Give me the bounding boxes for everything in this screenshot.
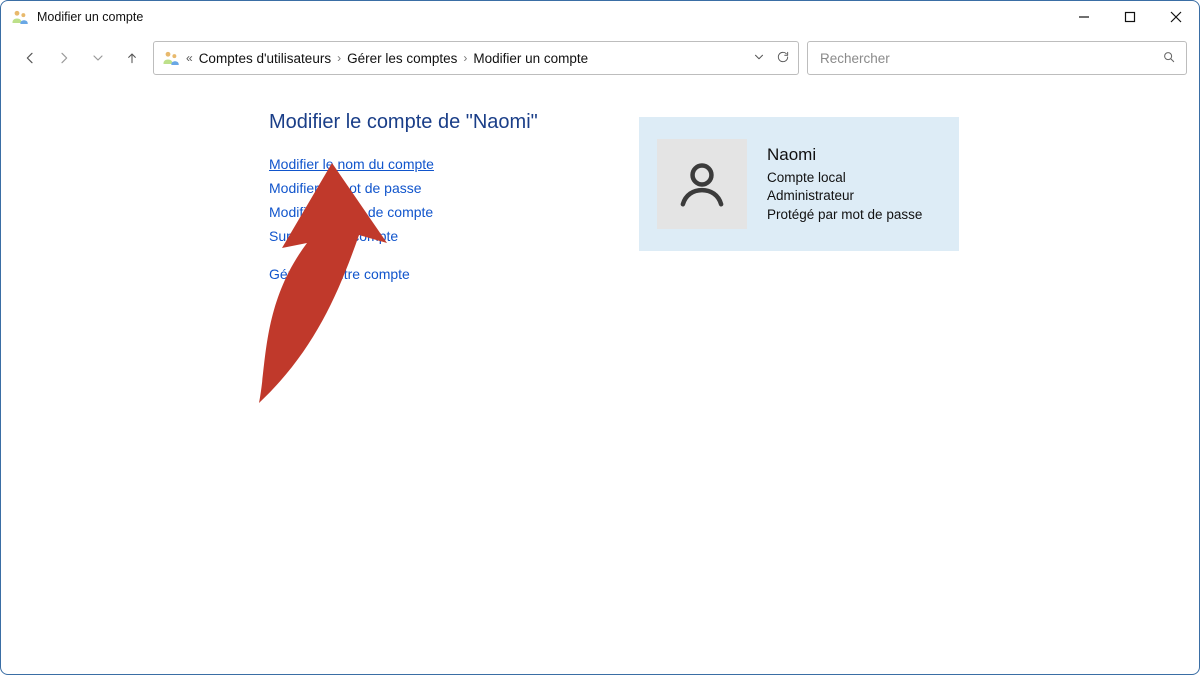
navigation-row: « Comptes d'utilisateurs › Gérer les com… [17, 39, 1187, 77]
account-role: Administrateur [767, 187, 922, 205]
recent-locations-button[interactable] [85, 45, 111, 71]
account-card: Naomi Compte local Administrateur Protég… [639, 117, 959, 251]
account-info: Naomi Compte local Administrateur Protég… [767, 144, 922, 224]
refresh-button[interactable] [776, 50, 790, 67]
user-accounts-icon [11, 8, 29, 26]
user-accounts-icon [162, 49, 180, 67]
search-input[interactable] [818, 50, 1162, 67]
delete-account-link[interactable]: Supprimer le compte [269, 228, 398, 244]
address-dropdown-button[interactable] [752, 50, 766, 67]
breadcrumb-item[interactable]: Gérer les comptes [347, 51, 457, 66]
titlebar: Modifier un compte [1, 1, 1199, 33]
search-icon [1162, 50, 1176, 67]
content-area: Modifier le compte de "Naomi" Modifier l… [1, 87, 1199, 674]
change-password-link[interactable]: Modifier le mot de passe [269, 180, 422, 196]
account-protection: Protégé par mot de passe [767, 206, 922, 224]
person-icon [675, 157, 729, 211]
back-button[interactable] [17, 45, 43, 71]
manage-other-account-link[interactable]: Gérer un autre compte [269, 266, 410, 282]
account-kind: Compte local [767, 169, 922, 187]
history-chevron-icon: « [186, 51, 193, 65]
close-button[interactable] [1153, 1, 1199, 33]
chevron-right-icon: › [337, 51, 341, 65]
window-controls [1061, 1, 1199, 33]
rename-account-link[interactable]: Modifier le nom du compte [269, 156, 434, 172]
account-name: Naomi [767, 144, 922, 167]
breadcrumb-item[interactable]: Modifier un compte [473, 51, 588, 66]
avatar [657, 139, 747, 229]
up-button[interactable] [119, 45, 145, 71]
forward-button[interactable] [51, 45, 77, 71]
search-box[interactable] [807, 41, 1187, 75]
breadcrumb: Comptes d'utilisateurs › Gérer les compt… [199, 51, 746, 66]
change-account-type-link[interactable]: Modifier le type de compte [269, 204, 433, 220]
chevron-right-icon: › [463, 51, 467, 65]
maximize-button[interactable] [1107, 1, 1153, 33]
window: Modifier un compte [0, 0, 1200, 675]
breadcrumb-item[interactable]: Comptes d'utilisateurs [199, 51, 331, 66]
address-bar[interactable]: « Comptes d'utilisateurs › Gérer les com… [153, 41, 799, 75]
minimize-button[interactable] [1061, 1, 1107, 33]
window-title: Modifier un compte [37, 10, 1061, 24]
